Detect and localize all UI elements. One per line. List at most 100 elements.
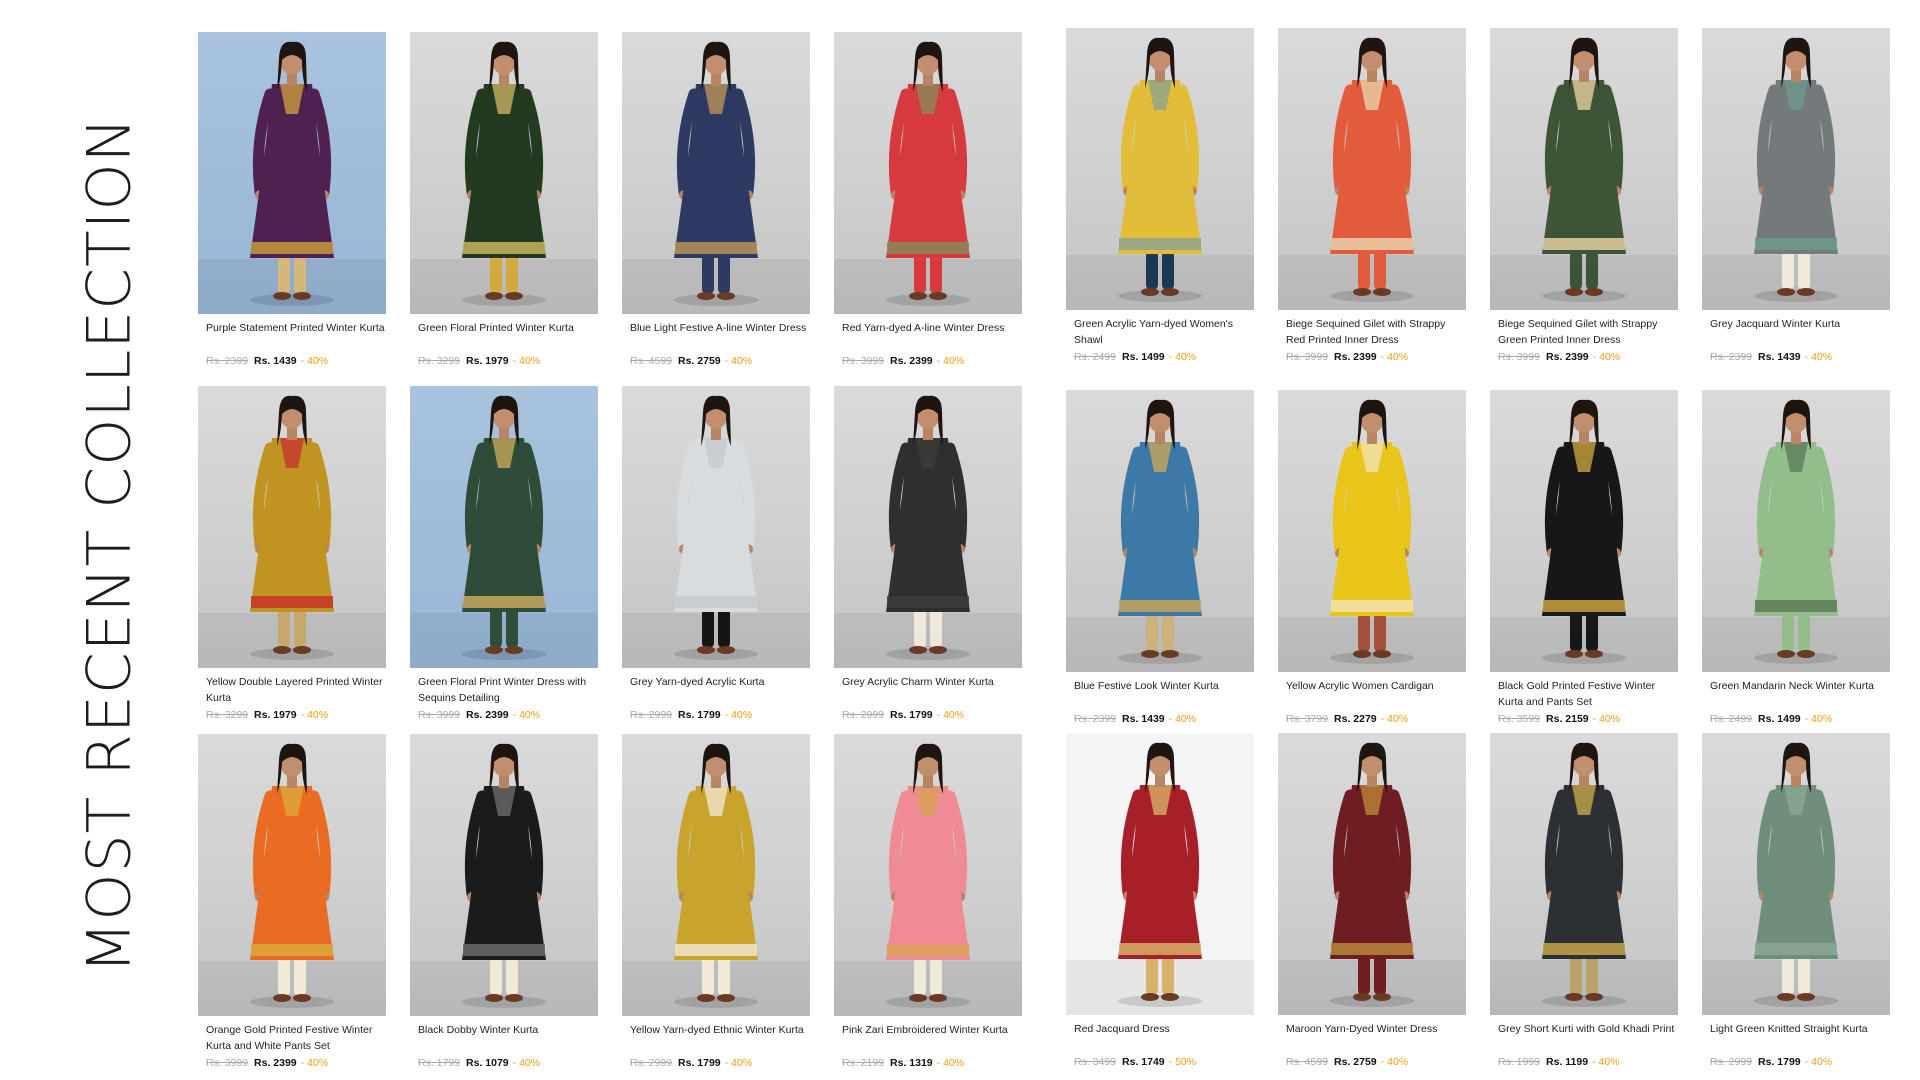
product-image[interactable] (410, 734, 598, 1016)
product-name[interactable]: Yellow Yarn-dyed Ethnic Winter Kurta (630, 1022, 810, 1054)
discount-badge: - 40% (1168, 351, 1197, 363)
product-image[interactable] (1278, 28, 1466, 310)
product-card[interactable]: Yellow Acrylic Women Cardigan Rs. 3799 Rs.… (1278, 390, 1466, 727)
product-card[interactable]: Blue Light Festive A-line Winter Dress Rs… (622, 32, 810, 369)
product-card[interactable]: Biege Sequined Gilet with Strappy Red Pr… (1278, 28, 1466, 365)
product-image[interactable] (622, 734, 810, 1016)
product-image[interactable] (1490, 28, 1678, 310)
product-card[interactable]: Green Acrylic Yarn-dyed Women's Shawl Rs.… (1066, 28, 1254, 365)
product-prices: Rs. 3799 Rs. 2279- 40% (1286, 711, 1466, 727)
product-prices: Rs. 3299 Rs. 1979- 40% (418, 353, 598, 369)
product-name[interactable]: Blue Light Festive A-line Winter Dress (630, 320, 810, 352)
product-card[interactable]: Yellow Double Layered Printed Winter Kur… (198, 386, 386, 723)
sale-price: Rs. 1979 (466, 355, 509, 367)
product-card[interactable]: Grey Jacquard Winter Kurta Rs. 2399 Rs. 14… (1702, 28, 1890, 365)
product-name[interactable]: Green Floral Print Winter Dress with Seq… (418, 674, 598, 706)
model-figure (1330, 742, 1414, 1007)
product-image[interactable] (1702, 390, 1890, 672)
product-card[interactable]: Grey Yarn-dyed Acrylic Kurta Rs. 2999 Rs. … (622, 386, 810, 723)
product-prices: Rs. 3999 Rs. 2399- 40% (418, 707, 598, 723)
product-name[interactable]: Purple Statement Printed Winter Kurta (206, 320, 386, 352)
product-image[interactable] (834, 734, 1022, 1016)
model-figure (250, 743, 334, 1008)
page-title: MOST RECENT COLLECTION (75, 115, 145, 974)
product-image[interactable] (1278, 733, 1466, 1015)
product-card[interactable]: Light Green Knitted Straight Kurta Rs. 29… (1702, 733, 1890, 1070)
product-card[interactable]: Red Yarn-dyed A-line Winter Dress Rs. 399… (834, 32, 1022, 369)
model-figure (674, 395, 758, 660)
product-name[interactable]: Pink Zari Embroidered Winter Kurta (842, 1022, 1022, 1054)
original-price: Rs. 3599 (1498, 713, 1541, 725)
product-card[interactable]: Grey Acrylic Charm Winter Kurta Rs. 2999 R… (834, 386, 1022, 723)
original-price: Rs. 4599 (1286, 1056, 1329, 1068)
product-info: Black Dobby Winter Kurta Rs. 1799 Rs. 1079… (410, 1016, 598, 1071)
product-card[interactable]: Green Floral Print Winter Dress with Seq… (410, 386, 598, 723)
product-image[interactable] (1490, 390, 1678, 672)
product-card[interactable]: Biege Sequined Gilet with Strappy Green … (1490, 28, 1678, 365)
discount-badge: - 40% (1380, 351, 1409, 363)
product-name[interactable]: Green Mandarin Neck Winter Kurta (1710, 678, 1890, 710)
product-card[interactable]: Black Dobby Winter Kurta Rs. 1799 Rs. 1079… (410, 734, 598, 1071)
product-image[interactable] (1066, 390, 1254, 672)
product-name[interactable]: Light Green Knitted Straight Kurta (1710, 1021, 1890, 1053)
product-name[interactable]: Red Jacquard Dress (1074, 1021, 1254, 1053)
product-name[interactable]: Biege Sequined Gilet with Strappy Green … (1498, 316, 1678, 348)
product-card[interactable]: Black Gold Printed Festive Winter Kurta … (1490, 390, 1678, 727)
original-price: Rs. 2999 (630, 1057, 673, 1069)
product-card[interactable]: Grey Short Kurti with Gold Khadi Print Rs… (1490, 733, 1678, 1070)
product-image[interactable] (198, 386, 386, 668)
product-image[interactable] (198, 32, 386, 314)
product-name[interactable]: Maroon Yarn-Dyed Winter Dress (1286, 1021, 1466, 1053)
product-image[interactable] (1490, 733, 1678, 1015)
product-prices: Rs. 1999 Rs. 1199- 40% (1498, 1054, 1678, 1070)
product-image[interactable] (410, 386, 598, 668)
product-image[interactable] (834, 386, 1022, 668)
sale-price: Rs. 2759 (678, 355, 721, 367)
product-name[interactable]: Blue Festive Look Winter Kurta (1074, 678, 1254, 710)
product-card[interactable]: Green Floral Printed Winter Kurta Rs. 329… (410, 32, 598, 369)
product-name[interactable]: Green Floral Printed Winter Kurta (418, 320, 598, 352)
product-prices: Rs. 2999 Rs. 1799- 40% (1710, 1054, 1890, 1070)
product-image[interactable] (1066, 28, 1254, 310)
product-card[interactable]: Pink Zari Embroidered Winter Kurta Rs. 21… (834, 734, 1022, 1071)
product-card[interactable]: Red Jacquard Dress Rs. 3499 Rs. 1749- 50% (1066, 733, 1254, 1070)
product-card[interactable]: Maroon Yarn-Dyed Winter Dress Rs. 4599 Rs.… (1278, 733, 1466, 1070)
product-card[interactable]: Orange Gold Printed Festive Winter Kurta… (198, 734, 386, 1071)
product-name[interactable]: Grey Acrylic Charm Winter Kurta (842, 674, 1022, 706)
original-price: Rs. 3799 (1286, 713, 1329, 725)
product-image[interactable] (834, 32, 1022, 314)
product-image[interactable] (1278, 390, 1466, 672)
product-name[interactable]: Grey Yarn-dyed Acrylic Kurta (630, 674, 810, 706)
page-title-container: MOST RECENT COLLECTION (75, 63, 145, 1026)
product-name[interactable]: Grey Jacquard Winter Kurta (1710, 316, 1890, 348)
product-image[interactable] (1702, 28, 1890, 310)
product-card[interactable]: Blue Festive Look Winter Kurta Rs. 2399 Rs… (1066, 390, 1254, 727)
product-name[interactable]: Red Yarn-dyed A-line Winter Dress (842, 320, 1022, 352)
product-card[interactable]: Green Mandarin Neck Winter Kurta Rs. 2499… (1702, 390, 1890, 727)
product-name[interactable]: Yellow Acrylic Women Cardigan (1286, 678, 1466, 710)
product-image[interactable] (622, 386, 810, 668)
product-image[interactable] (1066, 733, 1254, 1015)
discount-badge: - 40% (1380, 713, 1409, 725)
product-card[interactable]: Yellow Yarn-dyed Ethnic Winter Kurta Rs. … (622, 734, 810, 1071)
product-name[interactable]: Orange Gold Printed Festive Winter Kurta… (206, 1022, 386, 1054)
sale-price: Rs. 1439 (1758, 351, 1801, 363)
discount-badge: - 40% (936, 355, 965, 367)
product-prices: Rs. 3999 Rs. 2399- 40% (206, 1055, 386, 1071)
product-image[interactable] (1702, 733, 1890, 1015)
product-image[interactable] (198, 734, 386, 1016)
discount-badge: - 40% (1804, 351, 1833, 363)
discount-badge: - 40% (1804, 1056, 1833, 1068)
product-card[interactable]: Purple Statement Printed Winter Kurta Rs.… (198, 32, 386, 369)
product-name[interactable]: Biege Sequined Gilet with Strappy Red Pr… (1286, 316, 1466, 348)
sale-price: Rs. 1799 (890, 709, 933, 721)
product-info: Biege Sequined Gilet with Strappy Green … (1490, 310, 1678, 365)
product-name[interactable]: Green Acrylic Yarn-dyed Women's Shawl (1074, 316, 1254, 348)
product-name[interactable]: Black Dobby Winter Kurta (418, 1022, 598, 1054)
product-name[interactable]: Yellow Double Layered Printed Winter Kur… (206, 674, 386, 706)
product-info: Purple Statement Printed Winter Kurta Rs.… (198, 314, 386, 369)
product-name[interactable]: Black Gold Printed Festive Winter Kurta … (1498, 678, 1678, 710)
product-image[interactable] (410, 32, 598, 314)
product-name[interactable]: Grey Short Kurti with Gold Khadi Print (1498, 1021, 1678, 1053)
product-image[interactable] (622, 32, 810, 314)
